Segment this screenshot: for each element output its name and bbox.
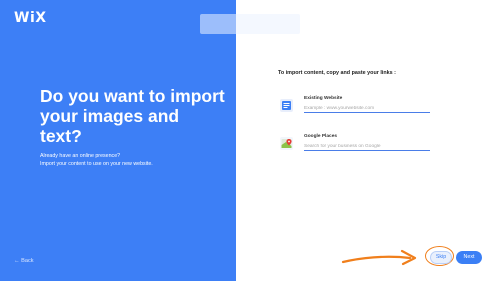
google-places-input[interactable] [304,142,430,151]
existing-website-input[interactable] [304,104,430,113]
existing-website-card: Existing Website [280,96,432,118]
google-places-label: Google Places [304,134,338,139]
page-headline: Do you want to import your images and te… [40,86,225,146]
left-panel: WiX Do you want to import your images an… [0,0,236,281]
website-icon [280,99,293,112]
subtitle-line-1: Already have an online presence? [40,153,121,159]
google-places-card: Google Places [280,134,432,156]
next-button[interactable]: Next [456,251,482,264]
import-prompt: To import content, copy and paste your l… [278,70,396,76]
wix-logo: WiX [14,10,47,26]
existing-website-label: Existing Website [304,96,343,101]
subtitle-line-2: Import your content to use on your new w… [40,160,153,167]
subtitle: Already have an online presence? Import … [40,153,225,168]
arrow-annotation-icon [341,249,417,266]
map-pin-icon [280,137,293,150]
top-overlay [200,14,300,34]
skip-button[interactable]: Skip [430,251,452,264]
back-link[interactable]: ← Back [14,258,34,264]
